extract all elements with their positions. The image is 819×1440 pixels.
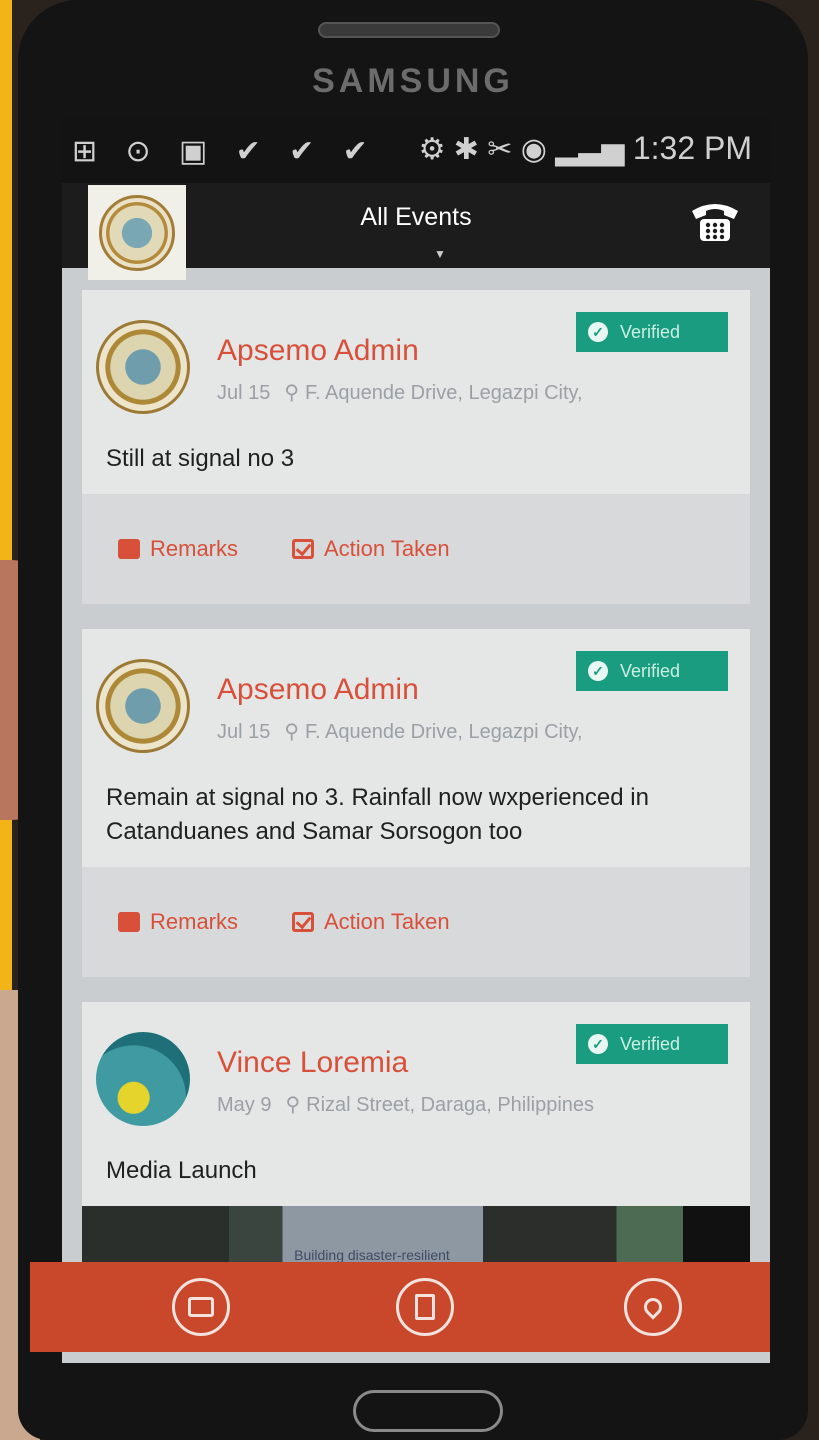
verified-badge: ✓ Verified: [576, 651, 728, 691]
post-text: Media Launch: [106, 1157, 257, 1184]
pin-glyph: [640, 1294, 666, 1320]
status-signal-icons: ⚙ ✱ ✂ ◉ ▂▃▅: [418, 133, 625, 166]
verified-label: Verified: [620, 660, 681, 681]
doc-glyph: [415, 1294, 435, 1320]
home-button[interactable]: [353, 1390, 503, 1432]
author-name[interactable]: Apsemo Admin: [217, 673, 419, 707]
action-taken-button[interactable]: Action Taken: [292, 536, 450, 562]
checkbox-icon: [292, 912, 314, 932]
check-circle-icon: ✓: [588, 1034, 608, 1054]
verified-badge: ✓ Verified: [576, 312, 728, 352]
status-time: 1:32 PM: [632, 130, 752, 166]
post-date: Jul 15: [217, 721, 271, 743]
post-meta: Jul 15 ⚲ F. Aquende Drive, Legazpi City,: [217, 719, 583, 744]
location-pin-icon: ⚲: [285, 1094, 301, 1116]
status-notification-icons: ⊞ ⊙ ▣ ✔ ✔ ✔: [72, 135, 378, 168]
kit-glyph: [188, 1297, 214, 1317]
action-taken-label: Action Taken: [324, 536, 450, 561]
remarks-button[interactable]: Remarks: [118, 909, 238, 935]
location-pin-icon: ⚲: [284, 382, 300, 404]
author-avatar[interactable]: [96, 320, 190, 414]
author-avatar[interactable]: [96, 1032, 190, 1126]
remarks-button[interactable]: Remarks: [118, 536, 238, 562]
card-body: Vince Loremia May 9 ⚲ Rizal Street, Daraga…: [82, 1002, 750, 1206]
earpiece-speaker: [318, 22, 500, 38]
verified-label: Verified: [620, 321, 681, 342]
device-brand: SAMSUNG: [312, 62, 514, 100]
verified-badge: ✓ Verified: [576, 1024, 728, 1064]
action-taken-button[interactable]: Action Taken: [292, 909, 450, 935]
dropdown-caret-icon: ▼: [434, 247, 446, 261]
comment-icon: [118, 539, 140, 559]
status-system-icons: ⚙ ✱ ✂ ◉ ▂▃▅ 1:32 PM: [419, 130, 752, 167]
post-location: F. Aquende Drive, Legazpi City,: [305, 382, 583, 404]
post-meta: Jul 15 ⚲ F. Aquende Drive, Legazpi City,: [217, 380, 583, 405]
app-bar: All Events ▼: [62, 183, 770, 280]
event-card[interactable]: Apsemo Admin Jul 15 ⚲ F. Aquende Drive, Le…: [82, 629, 750, 977]
remarks-label: Remarks: [150, 909, 239, 934]
report-document-icon[interactable]: [396, 1278, 454, 1336]
first-aid-kit-icon[interactable]: [172, 1278, 230, 1336]
check-circle-icon: ✓: [588, 661, 608, 681]
post-meta: May 9 ⚲ Rizal Street, Daraga, Philippines: [217, 1092, 594, 1117]
location-pin-icon[interactable]: [624, 1278, 682, 1336]
post-location: Rizal Street, Daraga, Philippines: [306, 1094, 595, 1116]
phone-screen: ⊞ ⊙ ▣ ✔ ✔ ✔ ⚙ ✱ ✂ ◉ ▂▃▅ 1:32 PM All Even…: [62, 118, 770, 1363]
card-actions: Remarks Action Taken: [82, 494, 750, 604]
card-body: Apsemo Admin Jul 15 ⚲ F. Aquende Drive, Le…: [82, 290, 750, 494]
post-date: Jul 15: [217, 382, 271, 404]
author-name[interactable]: Vince Loremia: [217, 1046, 408, 1080]
post-location: F. Aquende Drive, Legazpi City,: [305, 721, 583, 743]
author-avatar[interactable]: [96, 659, 190, 753]
telephone-icon[interactable]: [688, 197, 742, 245]
checkbox-icon: [292, 539, 314, 559]
bottom-navigation: [30, 1262, 770, 1352]
card-body: Apsemo Admin Jul 15 ⚲ F. Aquende Drive, Le…: [82, 629, 750, 867]
post-text: Still at signal no 3: [106, 445, 295, 472]
check-circle-icon: ✓: [588, 322, 608, 342]
location-pin-icon: ⚲: [284, 721, 300, 743]
event-feed: Apsemo Admin Jul 15 ⚲ F. Aquende Drive, Le…: [62, 268, 770, 1336]
event-card[interactable]: Apsemo Admin Jul 15 ⚲ F. Aquende Drive, Le…: [82, 290, 750, 604]
comment-icon: [118, 912, 140, 932]
remarks-label: Remarks: [150, 536, 239, 561]
post-text: Remain at signal no 3. Rainfall now wxpe…: [106, 784, 649, 845]
author-name[interactable]: Apsemo Admin: [217, 334, 419, 368]
app-logo[interactable]: [88, 185, 186, 280]
action-taken-label: Action Taken: [324, 909, 450, 934]
verified-label: Verified: [620, 1033, 681, 1054]
card-actions: Remarks Action Taken: [82, 867, 750, 977]
event-filter-title[interactable]: All Events: [62, 203, 770, 232]
status-bar: ⊞ ⊙ ▣ ✔ ✔ ✔ ⚙ ✱ ✂ ◉ ▂▃▅ 1:32 PM: [62, 118, 770, 183]
post-date: May 9: [217, 1094, 272, 1116]
